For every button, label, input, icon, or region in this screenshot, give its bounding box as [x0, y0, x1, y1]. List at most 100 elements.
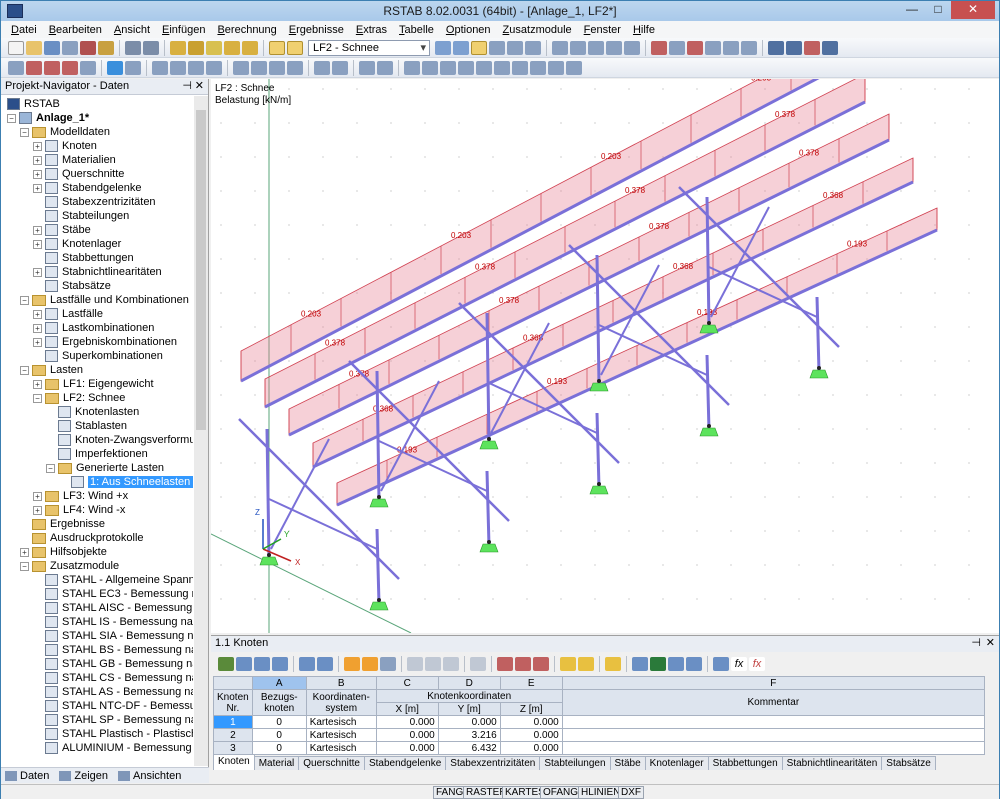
undo-icon[interactable]: [125, 40, 141, 55]
deform-icon[interactable]: [507, 40, 523, 55]
tree-item[interactable]: Stabteilungen: [33, 209, 129, 223]
display-icon[interactable]: [669, 40, 685, 55]
menu-item-tabelle[interactable]: Tabelle: [393, 24, 440, 36]
pin-icon[interactable]: ⊣: [182, 79, 192, 94]
expand-icon[interactable]: +: [33, 169, 42, 179]
minimize-button[interactable]: —: [899, 1, 925, 19]
animate-icon[interactable]: [525, 40, 541, 55]
sort-icon[interactable]: [713, 657, 729, 671]
new-file-icon[interactable]: [8, 40, 24, 55]
row-icon[interactable]: [443, 657, 459, 671]
formula-off-icon[interactable]: fx: [749, 657, 765, 671]
close-icon[interactable]: ✕: [986, 636, 995, 651]
table-tab[interactable]: Stabnichtlinearitäten: [781, 756, 883, 770]
menu-item-zusatzmodule[interactable]: Zusatzmodule: [497, 24, 578, 36]
tree-item[interactable]: − LF2: Schnee: [33, 391, 125, 405]
copy-icon[interactable]: [515, 657, 531, 671]
cell-system[interactable]: Kartesisch: [305, 715, 377, 729]
status-dxf[interactable]: DXF: [618, 786, 644, 799]
menu-item-optionen[interactable]: Optionen: [440, 24, 497, 36]
table-tab[interactable]: Stabsätze: [881, 756, 936, 770]
rotate-icon[interactable]: [206, 60, 222, 75]
view-icon[interactable]: [588, 40, 604, 55]
diagram-icon[interactable]: [494, 60, 510, 75]
expand-icon[interactable]: +: [33, 155, 42, 165]
wire-icon[interactable]: [314, 60, 330, 75]
navigator-tab-zeigen[interactable]: Zeigen: [59, 770, 108, 782]
expand-icon[interactable]: +: [33, 225, 42, 235]
cell-nr[interactable]: 3: [213, 741, 253, 755]
table-tab[interactable]: Knoten: [213, 754, 255, 770]
tree-item[interactable]: Stabexzentrizitäten: [33, 195, 156, 209]
cell-z[interactable]: 0.000: [499, 728, 563, 742]
menu-item-fenster[interactable]: Fenster: [578, 24, 627, 36]
tree-item[interactable]: Ausdruckprotokolle: [20, 531, 144, 545]
tree-item[interactable]: + LF1: Eigengewicht: [33, 377, 154, 391]
cell-x[interactable]: 0.000: [375, 741, 439, 755]
cell-y[interactable]: 0.000: [437, 715, 501, 729]
collapse-icon[interactable]: −: [20, 365, 29, 375]
view-icon[interactable]: [606, 40, 622, 55]
col-letter-a[interactable]: A: [251, 676, 307, 690]
tree-item[interactable]: Superkombinationen: [33, 349, 163, 363]
print-icon[interactable]: [632, 657, 648, 671]
cell-nr[interactable]: 1: [213, 715, 253, 729]
view-z-icon[interactable]: [269, 60, 285, 75]
tree-item[interactable]: RSTAB: [7, 97, 60, 111]
menu-item-bearbeiten[interactable]: Bearbeiten: [43, 24, 108, 36]
tree-item[interactable]: + Lastfälle: [33, 307, 103, 321]
diagram-icon[interactable]: [530, 60, 546, 75]
tree-item[interactable]: 1: Aus Schneelasten (Fl: [59, 475, 193, 489]
cut-icon[interactable]: [497, 657, 513, 671]
cell-kommentar[interactable]: [561, 728, 986, 742]
screen-icon[interactable]: [786, 40, 802, 55]
tree-item[interactable]: + Lastkombinationen: [33, 321, 154, 335]
close-button[interactable]: ✕: [951, 1, 995, 19]
edit-icon[interactable]: [605, 657, 621, 671]
delete-row-icon[interactable]: [470, 657, 486, 671]
render-icon[interactable]: [741, 40, 757, 55]
redo-icon[interactable]: [143, 40, 159, 55]
paste-icon[interactable]: [533, 657, 549, 671]
refresh-icon[interactable]: [380, 657, 396, 671]
diagram-icon[interactable]: [512, 60, 528, 75]
tree-item[interactable]: + LF4: Wind -x: [33, 503, 125, 517]
tree-item[interactable]: + Materialien: [33, 153, 116, 167]
table-tab[interactable]: Knotenlager: [644, 756, 709, 770]
previous-loadcase-icon[interactable]: [435, 40, 451, 55]
table-tab[interactable]: Stabteilungen: [539, 756, 611, 770]
collapse-icon[interactable]: −: [20, 561, 29, 571]
cell-y[interactable]: 6.432: [437, 741, 501, 755]
select-icon[interactable]: [560, 657, 576, 671]
collapse-icon[interactable]: −: [20, 295, 29, 305]
open-folder-icon[interactable]: [26, 40, 42, 55]
collapse-icon[interactable]: −: [20, 127, 29, 137]
view-y-icon[interactable]: [251, 60, 267, 75]
calculate-icon[interactable]: [188, 40, 204, 55]
expand-icon[interactable]: +: [33, 267, 42, 277]
cell-z[interactable]: 0.000: [499, 741, 563, 755]
col-letter-e[interactable]: E: [499, 676, 563, 690]
zoom-icon[interactable]: [170, 60, 186, 75]
expand-icon[interactable]: +: [33, 323, 42, 333]
view-icon[interactable]: [552, 40, 568, 55]
diagram-icon[interactable]: [476, 60, 492, 75]
tree-item[interactable]: STAHL SP - Bemessung nach S: [33, 713, 193, 727]
tree-item[interactable]: + LF3: Wind +x: [33, 489, 128, 503]
diagram-icon[interactable]: [458, 60, 474, 75]
tree-item[interactable]: Knotenlasten: [46, 405, 139, 419]
tree-item[interactable]: Stabsätze: [33, 279, 111, 293]
scroll-thumb[interactable]: [196, 110, 206, 430]
table-icon[interactable]: [218, 657, 234, 671]
expand-icon[interactable]: +: [33, 183, 42, 193]
expand-icon[interactable]: +: [33, 337, 42, 347]
diagram-icon[interactable]: [440, 60, 456, 75]
tree-item[interactable]: + Knoten: [33, 139, 97, 153]
tree-item[interactable]: + Stabendgelenke: [33, 181, 142, 195]
expand-icon[interactable]: +: [33, 379, 42, 389]
dim-icon[interactable]: [377, 60, 393, 75]
table-row[interactable]: 1 0 Kartesisch 0.000 0.000 0.000: [213, 715, 986, 729]
table-tab[interactable]: Material: [253, 756, 300, 770]
pan-icon[interactable]: [188, 60, 204, 75]
collapse-icon[interactable]: −: [33, 393, 42, 403]
